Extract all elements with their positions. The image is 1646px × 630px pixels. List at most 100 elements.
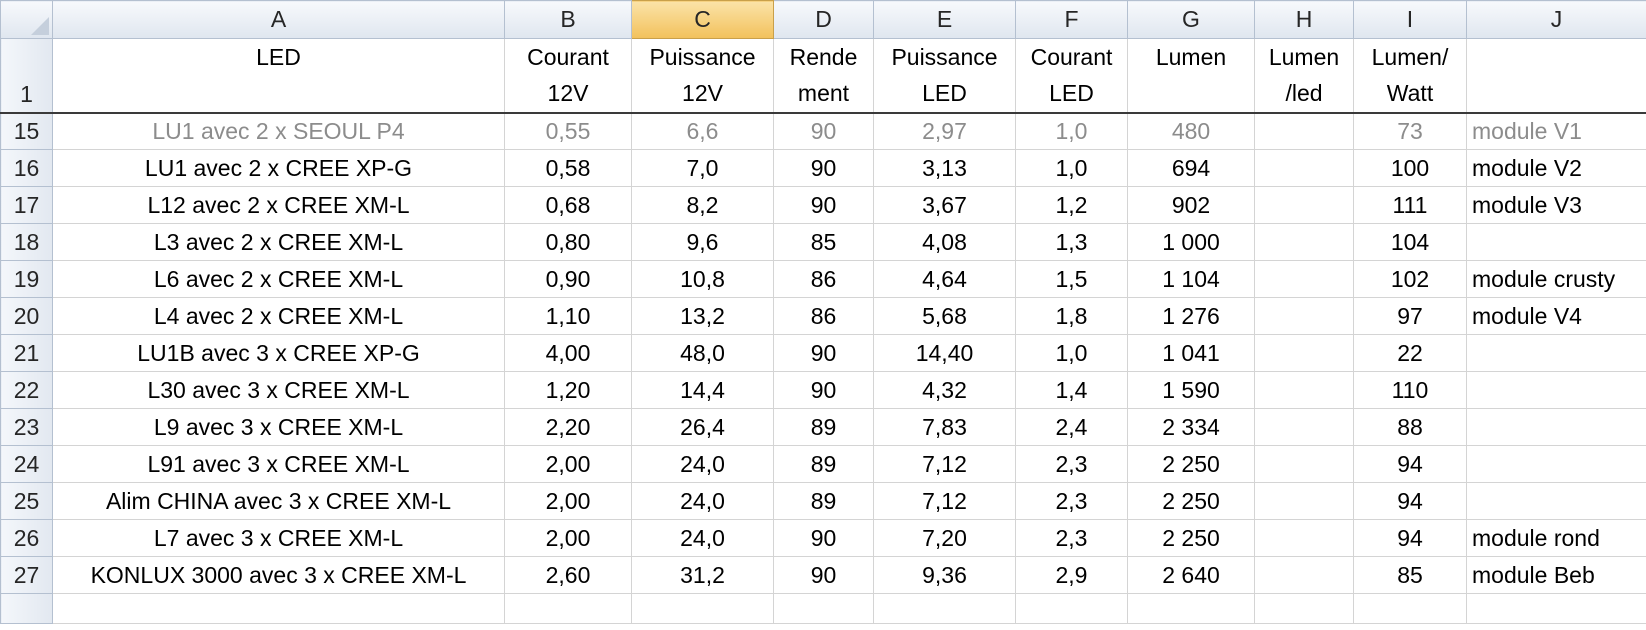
row-header[interactable]: 24 xyxy=(0,445,53,483)
cell-d[interactable]: 90 xyxy=(773,334,874,372)
cell-g[interactable]: 902 xyxy=(1127,186,1255,224)
row-header[interactable]: 19 xyxy=(0,260,53,298)
cell-h[interactable] xyxy=(1254,186,1354,224)
cell-f[interactable]: 2,3 xyxy=(1015,482,1128,520)
cell-h[interactable] xyxy=(1254,112,1354,150)
header-cell-h[interactable]: Lumen/led xyxy=(1254,38,1354,114)
select-all-button[interactable] xyxy=(0,0,53,39)
cell-a[interactable]: L91 avec 3 x CREE XM-L xyxy=(52,445,505,483)
row-header[interactable]: 15 xyxy=(0,112,53,150)
cell-g[interactable]: 2 250 xyxy=(1127,482,1255,520)
cell-j[interactable]: module V4 xyxy=(1466,297,1646,335)
cell-d[interactable]: 89 xyxy=(773,482,874,520)
cell-i[interactable]: 22 xyxy=(1353,334,1467,372)
cell-d[interactable]: 90 xyxy=(773,519,874,557)
cell-e[interactable]: 2,97 xyxy=(873,112,1016,150)
row-header[interactable]: 20 xyxy=(0,297,53,335)
column-header-j[interactable]: J xyxy=(1466,0,1646,39)
cell-j[interactable]: module rond xyxy=(1466,519,1646,557)
cell-e[interactable]: 14,40 xyxy=(873,334,1016,372)
cell-h[interactable] xyxy=(1254,297,1354,335)
cell-f[interactable]: 1,2 xyxy=(1015,186,1128,224)
cell-j[interactable] xyxy=(1466,408,1646,446)
cell-h[interactable] xyxy=(1254,223,1354,261)
row-header[interactable]: 26 xyxy=(0,519,53,557)
cell-e[interactable]: 4,08 xyxy=(873,223,1016,261)
cell-a[interactable]: LU1 avec 2 x SEOUL P4 xyxy=(52,112,505,150)
cell-d[interactable]: 86 xyxy=(773,297,874,335)
cell-a[interactable]: L12 avec 2 x CREE XM-L xyxy=(52,186,505,224)
row-header[interactable]: 27 xyxy=(0,556,53,594)
cell-f[interactable]: 1,4 xyxy=(1015,371,1128,409)
cell-a[interactable]: Alim CHINA avec 3 x CREE XM-L xyxy=(52,482,505,520)
cell-j[interactable]: module V2 xyxy=(1466,149,1646,187)
cell-i[interactable]: 110 xyxy=(1353,371,1467,409)
cell-b[interactable]: 0,68 xyxy=(504,186,632,224)
cell-h[interactable] xyxy=(1254,445,1354,483)
cell-b[interactable]: 2,00 xyxy=(504,519,632,557)
cell-g[interactable]: 2 334 xyxy=(1127,408,1255,446)
cell-b[interactable]: 0,55 xyxy=(504,112,632,150)
cell-a[interactable]: L7 avec 3 x CREE XM-L xyxy=(52,519,505,557)
cell-b[interactable]: 2,00 xyxy=(504,445,632,483)
cell-i[interactable]: 94 xyxy=(1353,445,1467,483)
cell-a[interactable]: L3 avec 2 x CREE XM-L xyxy=(52,223,505,261)
cell-d[interactable]: 89 xyxy=(773,408,874,446)
cell-i[interactable]: 104 xyxy=(1353,223,1467,261)
cell-h[interactable] xyxy=(1254,556,1354,594)
cell-b[interactable]: 2,00 xyxy=(504,482,632,520)
cell-c[interactable]: 48,0 xyxy=(631,334,774,372)
cell-f[interactable]: 2,3 xyxy=(1015,445,1128,483)
cell-c[interactable]: 7,0 xyxy=(631,149,774,187)
cell-j[interactable] xyxy=(1466,223,1646,261)
cell-e[interactable]: 7,12 xyxy=(873,482,1016,520)
cell-j[interactable] xyxy=(1466,482,1646,520)
cell-c[interactable]: 10,8 xyxy=(631,260,774,298)
cell-c[interactable]: 24,0 xyxy=(631,482,774,520)
cell-h[interactable] xyxy=(1254,149,1354,187)
cell-b[interactable]: 0,58 xyxy=(504,149,632,187)
cell-g[interactable]: 1 590 xyxy=(1127,371,1255,409)
cell-a[interactable]: L6 avec 2 x CREE XM-L xyxy=(52,260,505,298)
header-cell-g[interactable]: Lumen xyxy=(1127,38,1255,114)
cell-c[interactable]: 6,6 xyxy=(631,112,774,150)
row-header[interactable]: 16 xyxy=(0,149,53,187)
cell-h[interactable] xyxy=(1254,482,1354,520)
cell-j[interactable]: module V3 xyxy=(1466,186,1646,224)
column-header-b[interactable]: B xyxy=(504,0,632,39)
cell-e[interactable]: 3,67 xyxy=(873,186,1016,224)
cell-c[interactable]: 26,4 xyxy=(631,408,774,446)
cell-g[interactable]: 2 250 xyxy=(1127,445,1255,483)
cell-e[interactable]: 4,64 xyxy=(873,260,1016,298)
cell-h[interactable] xyxy=(1254,260,1354,298)
cell-f[interactable]: 2,9 xyxy=(1015,556,1128,594)
column-header-a[interactable]: A xyxy=(52,0,505,39)
cell-a[interactable] xyxy=(52,593,505,624)
row-header[interactable] xyxy=(0,593,53,624)
cell-h[interactable] xyxy=(1254,593,1354,624)
header-cell-i[interactable]: Lumen/Watt xyxy=(1353,38,1467,114)
cell-a[interactable]: LU1 avec 2 x CREE XP-G xyxy=(52,149,505,187)
column-header-d[interactable]: D xyxy=(773,0,874,39)
cell-j[interactable]: module crusty xyxy=(1466,260,1646,298)
cell-b[interactable]: 0,90 xyxy=(504,260,632,298)
cell-d[interactable]: 86 xyxy=(773,260,874,298)
cell-g[interactable] xyxy=(1127,593,1255,624)
column-header-g[interactable]: G xyxy=(1127,0,1255,39)
cell-e[interactable]: 9,36 xyxy=(873,556,1016,594)
cell-h[interactable] xyxy=(1254,371,1354,409)
row-header[interactable]: 23 xyxy=(0,408,53,446)
cell-f[interactable]: 1,0 xyxy=(1015,149,1128,187)
cell-i[interactable]: 88 xyxy=(1353,408,1467,446)
cell-e[interactable]: 7,20 xyxy=(873,519,1016,557)
cell-b[interactable]: 1,10 xyxy=(504,297,632,335)
cell-h[interactable] xyxy=(1254,519,1354,557)
cell-c[interactable]: 31,2 xyxy=(631,556,774,594)
cell-d[interactable]: 90 xyxy=(773,186,874,224)
header-cell-e[interactable]: Puissance LED xyxy=(873,38,1016,114)
cell-a[interactable]: L9 avec 3 x CREE XM-L xyxy=(52,408,505,446)
cell-f[interactable]: 1,3 xyxy=(1015,223,1128,261)
cell-b[interactable]: 2,20 xyxy=(504,408,632,446)
cell-a[interactable]: L4 avec 2 x CREE XM-L xyxy=(52,297,505,335)
cell-i[interactable]: 102 xyxy=(1353,260,1467,298)
